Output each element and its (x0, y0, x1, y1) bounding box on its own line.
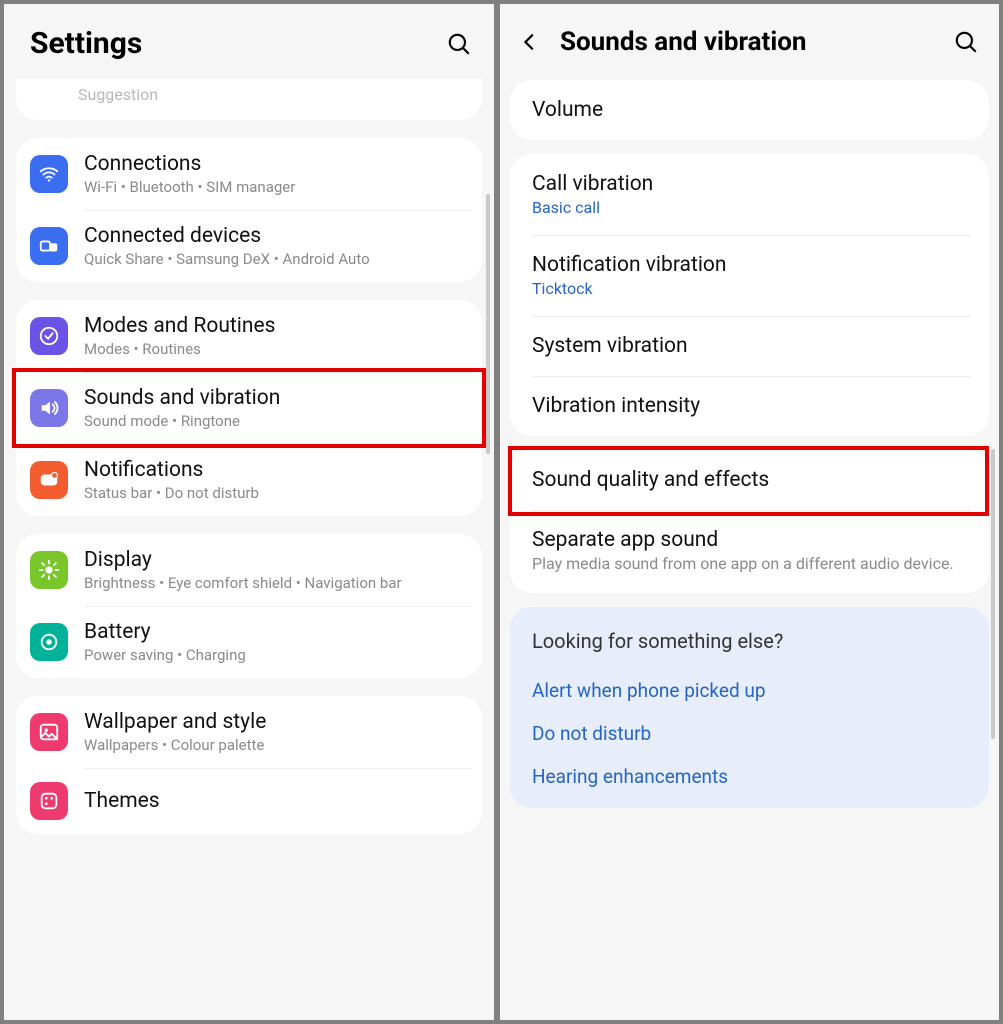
back-icon[interactable] (510, 22, 550, 62)
sounds-item-sepapp[interactable]: Separate app soundPlay media sound from … (510, 510, 989, 593)
sun-icon (30, 551, 68, 589)
settings-item-sub: Power saving • Charging (84, 646, 464, 664)
palette-icon (30, 782, 68, 820)
settings-title: Settings (30, 26, 142, 61)
settings-item-display[interactable]: Display Brightness • Eye comfort shield •… (16, 534, 482, 606)
settings-item-sub: Brightness • Eye comfort shield • Naviga… (84, 574, 464, 592)
sounds-item-title: System vibration (532, 334, 967, 358)
scrollbar[interactable] (486, 194, 490, 454)
settings-item-sub: Modes • Routines (84, 340, 464, 358)
battery-ring-icon (30, 623, 68, 661)
settings-header: Settings (4, 4, 494, 79)
sounds-item-desc: Play media sound from one app on a diffe… (532, 554, 967, 575)
suggestion-card[interactable]: Suggestion (16, 79, 482, 120)
suggestion-label: Suggestion (16, 85, 482, 104)
search-icon[interactable] (953, 29, 979, 55)
settings-group: Connections Wi-Fi • Bluetooth • SIM manag… (16, 138, 482, 282)
settings-item-themes[interactable]: Themes (16, 768, 482, 834)
settings-group: Wallpaper and style Wallpapers • Colour p… (16, 696, 482, 834)
settings-item-title: Display (84, 548, 464, 572)
speaker-icon (30, 389, 68, 427)
sounds-group: Call vibration Basic call Notification vib… (510, 154, 989, 436)
settings-item-title: Sounds and vibration (84, 386, 464, 410)
settings-item-sub: Sound mode • Ringtone (84, 412, 464, 430)
settings-item-connections[interactable]: Connections Wi-Fi • Bluetooth • SIM manag… (16, 138, 482, 210)
settings-item-devices[interactable]: Connected devices Quick Share • Samsung D… (16, 210, 482, 282)
suggestion-link[interactable]: Do not disturb (532, 712, 967, 755)
sounds-title: Sounds and vibration (560, 27, 943, 57)
sounds-item-volume[interactable]: Volume (510, 80, 989, 140)
sounds-screen: Sounds and vibration Volume Call vibratio… (500, 4, 999, 1020)
sounds-item-title: Separate app sound (532, 528, 967, 552)
check-circle-icon (30, 317, 68, 355)
sounds-item-title: Vibration intensity (532, 394, 967, 418)
settings-item-sub: Status bar • Do not disturb (84, 484, 464, 502)
settings-item-modes[interactable]: Modes and Routines Modes • Routines (16, 300, 482, 372)
settings-item-title: Themes (84, 789, 464, 813)
suggestion-heading: Looking for something else? (532, 629, 967, 653)
scrollbar[interactable] (991, 449, 995, 739)
settings-item-sounds[interactable]: Sounds and vibration Sound mode • Rington… (16, 372, 482, 444)
settings-group: Display Brightness • Eye comfort shield •… (16, 534, 482, 678)
settings-item-title: Wallpaper and style (84, 710, 464, 734)
bell-dot-icon (30, 461, 68, 499)
sounds-item-title: Call vibration (532, 172, 967, 196)
sounds-item-vibint[interactable]: Vibration intensity (510, 376, 989, 436)
settings-item-title: Connected devices (84, 224, 464, 248)
suggestion-link[interactable]: Hearing enhancements (532, 755, 967, 798)
mirror-icon (30, 227, 68, 265)
sounds-item-title: Notification vibration (532, 253, 967, 277)
settings-item-battery[interactable]: Battery Power saving • Charging (16, 606, 482, 678)
sounds-item-notifvib[interactable]: Notification vibration Ticktock (510, 235, 989, 316)
search-icon[interactable] (446, 31, 472, 57)
settings-group: Modes and Routines Modes • Routines Sounds… (16, 300, 482, 516)
sounds-header: Sounds and vibration (500, 4, 999, 80)
settings-item-notif[interactable]: Notifications Status bar • Do not disturb (16, 444, 482, 516)
sounds-item-value: Ticktock (532, 279, 967, 298)
sounds-item-value: Basic call (532, 198, 967, 217)
sounds-group: Volume (510, 80, 989, 140)
sounds-item-sysvib[interactable]: System vibration (510, 316, 989, 376)
wifi-icon (30, 155, 68, 193)
settings-item-wallpaper[interactable]: Wallpaper and style Wallpapers • Colour p… (16, 696, 482, 768)
settings-item-title: Modes and Routines (84, 314, 464, 338)
settings-item-sub: Wallpapers • Colour palette (84, 736, 464, 754)
sounds-item-title: Volume (532, 98, 967, 122)
sounds-item-title: Sound quality and effects (532, 468, 967, 492)
settings-item-title: Battery (84, 620, 464, 644)
settings-item-sub: Quick Share • Samsung DeX • Android Auto (84, 250, 464, 268)
settings-item-title: Connections (84, 152, 464, 176)
settings-item-sub: Wi-Fi • Bluetooth • SIM manager (84, 178, 464, 196)
sounds-group: Sound quality and effects Separate app so… (510, 450, 989, 593)
picture-icon (30, 713, 68, 751)
suggestion-link[interactable]: Alert when phone picked up (532, 669, 967, 712)
sounds-item-callvib[interactable]: Call vibration Basic call (510, 154, 989, 235)
settings-screen: Settings Suggestion Connections Wi-Fi • B… (4, 4, 497, 1020)
settings-item-title: Notifications (84, 458, 464, 482)
suggestion-panel: Looking for something else? Alert when p… (510, 607, 989, 808)
sounds-item-sqfx[interactable]: Sound quality and effects (510, 450, 989, 510)
